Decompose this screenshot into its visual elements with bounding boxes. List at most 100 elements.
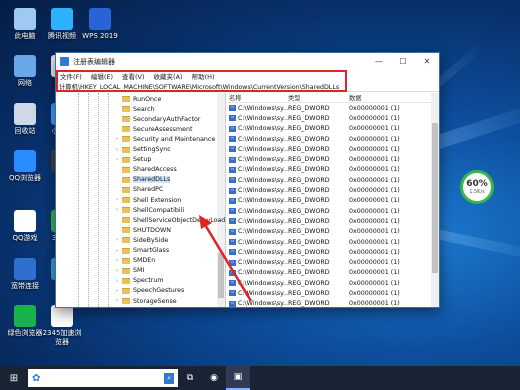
expand-chevron-icon[interactable]: ›: [114, 136, 120, 142]
value-row[interactable]: ⁰¹C:\Windows\sy...REG_DWORD0x00000001 (1…: [226, 134, 439, 144]
desktop-shortcut[interactable]: WPS 2019: [80, 8, 120, 41]
registry-editor-window[interactable]: 注册表编辑器 — ☐ ✕ 文件(F) 编辑(E) 查看(V) 收藏夹(A) 帮助(H) …: [55, 52, 440, 308]
performance-widget[interactable]: 60% 1.5K/s: [460, 170, 494, 204]
reg-binary-icon: ⁰¹: [229, 187, 236, 194]
value-row[interactable]: ⁰¹C:\Windows\sy...REG_DWORD0x00000001 (1…: [226, 113, 439, 123]
value-row[interactable]: ⁰¹C:\Windows\sy...REG_DWORD0x00000001 (1…: [226, 165, 439, 175]
tree-item-selected[interactable]: SharedDLLs: [114, 175, 171, 185]
value-type: REG_DWORD: [288, 238, 330, 246]
value-row[interactable]: ⁰¹C:\Windows\sy...REG_DWORD0x00000001 (1…: [226, 278, 439, 288]
expand-chevron-icon[interactable]: ›: [114, 298, 120, 304]
value-row[interactable]: ⁰¹C:\Windows\sy...REG_DWORD0x00000001 (1…: [226, 227, 439, 237]
value-data: 0x00000001 (1): [349, 156, 400, 164]
column-name[interactable]: 名称: [226, 93, 288, 102]
value-name: C:\Windows\sy...: [238, 156, 288, 164]
folder-icon: [122, 156, 130, 163]
broadband-icon: [14, 258, 36, 280]
tree-item[interactable]: › Shell Extension: [114, 195, 181, 205]
maximize-button[interactable]: ☐: [391, 53, 415, 70]
tree-item[interactable]: › StorageSense: [114, 296, 177, 306]
desktop-shortcut[interactable]: 绿色浏览器: [5, 305, 45, 338]
regedit-taskbar-icon[interactable]: ▣: [226, 366, 250, 390]
expand-chevron-icon[interactable]: ›: [114, 248, 120, 254]
value-row[interactable]: ⁰¹C:\Windows\sy...REG_DWORD0x00000001 (1…: [226, 237, 439, 247]
value-row[interactable]: ⁰¹C:\Windows\sy...REG_DWORD0x00000001 (1…: [226, 154, 439, 164]
expand-chevron-icon[interactable]: ›: [114, 278, 120, 284]
task-view-icon[interactable]: ⧉: [178, 366, 202, 390]
desktop-shortcut[interactable]: QQ浏览器: [5, 150, 45, 183]
desktop-shortcut[interactable]: 腾讯视频: [42, 8, 82, 41]
close-button[interactable]: ✕: [415, 53, 439, 70]
tree-item[interactable]: SHUTDOWN: [114, 225, 171, 235]
tree-item[interactable]: Search: [114, 104, 155, 114]
desktop-shortcut[interactable]: 回收站: [5, 103, 45, 136]
value-row[interactable]: ⁰¹C:\Windows\sy...REG_DWORD0x00000001 (1…: [226, 185, 439, 195]
desktop-shortcut-label: QQ游戏: [12, 234, 38, 242]
folder-icon: [122, 106, 130, 113]
value-type: REG_DWORD: [288, 248, 330, 256]
tree-item[interactable]: › ShellCompatibili: [114, 205, 184, 215]
value-row[interactable]: ⁰¹C:\Windows\sy...REG_DWORD0x00000001 (1…: [226, 299, 439, 307]
green-browser-taskbar-icon[interactable]: ◉: [202, 366, 226, 390]
desktop-shortcut[interactable]: 此电脑: [5, 8, 45, 41]
desktop-shortcut[interactable]: 宽带连接: [5, 258, 45, 291]
tree-item[interactable]: › Security and Maintenance: [114, 134, 215, 144]
column-data[interactable]: 数据: [349, 93, 421, 102]
tree-item[interactable]: › SmartGlass: [114, 246, 169, 256]
tree-item[interactable]: SecureAssessment: [114, 124, 192, 134]
expand-chevron-icon[interactable]: ›: [114, 157, 120, 163]
value-type: REG_DWORD: [288, 145, 330, 153]
tree-item[interactable]: › SMDEn: [114, 256, 155, 266]
tree-item[interactable]: › SMI: [114, 266, 144, 276]
value-data: 0x00000001 (1): [349, 207, 400, 215]
expand-chevron-icon[interactable]: ›: [114, 268, 120, 274]
value-row[interactable]: ⁰¹C:\Windows\sy...REG_DWORD0x00000001 (1…: [226, 247, 439, 257]
expand-chevron-icon[interactable]: ›: [114, 197, 120, 203]
tree-item[interactable]: SecondaryAuthFactor: [114, 114, 200, 124]
values-scroll-thumb[interactable]: [432, 123, 438, 273]
value-row[interactable]: ⁰¹C:\Windows\sy...REG_DWORD0x00000001 (1…: [226, 196, 439, 206]
desktop-shortcut[interactable]: 2345加速浏览器: [42, 305, 82, 347]
value-row[interactable]: ⁰¹C:\Windows\sy...REG_DWORD0x00000001 (1…: [226, 216, 439, 226]
desktop-shortcut[interactable]: QQ游戏: [5, 210, 45, 243]
expand-chevron-icon[interactable]: ›: [114, 237, 120, 243]
value-row[interactable]: ⁰¹C:\Windows\sy...REG_DWORD0x00000001 (1…: [226, 288, 439, 298]
folder-icon: [122, 227, 130, 234]
value-data: 0x00000001 (1): [349, 238, 400, 246]
value-row[interactable]: ⁰¹C:\Windows\sy...REG_DWORD0x00000001 (1…: [226, 257, 439, 267]
value-row[interactable]: ⁰¹C:\Windows\sy...REG_DWORD0x00000001 (1…: [226, 144, 439, 154]
value-row[interactable]: ⁰¹C:\Windows\sy...REG_DWORD0x00000001 (1…: [226, 124, 439, 134]
tree-item[interactable]: › SideBySide: [114, 235, 168, 245]
values-scrollbar[interactable]: [431, 93, 439, 307]
tree-guide-line: [88, 93, 89, 307]
value-row[interactable]: ⁰¹C:\Windows\sy...REG_DWORD0x00000001 (1…: [226, 175, 439, 185]
desktop-shortcut-label: 回收站: [14, 127, 36, 135]
value-row[interactable]: ⁰¹C:\Windows\sy...REG_DWORD0x00000001 (1…: [226, 103, 439, 113]
value-data: 0x00000001 (1): [349, 279, 400, 287]
tree-item-label: Security and Maintenance: [133, 135, 216, 143]
reg-binary-icon: ⁰¹: [229, 125, 236, 132]
tree-item[interactable]: › SpeechGestures: [114, 286, 184, 296]
search-box[interactable]: ✿ ⌕: [28, 369, 178, 387]
expand-chevron-icon[interactable]: ›: [114, 207, 120, 213]
value-row[interactable]: ⁰¹C:\Windows\sy...REG_DWORD0x00000001 (1…: [226, 268, 439, 278]
expand-chevron-icon[interactable]: ›: [114, 147, 120, 153]
tree-item[interactable]: RunOnce: [114, 94, 161, 104]
column-type[interactable]: 类型: [288, 93, 349, 102]
value-row[interactable]: ⁰¹C:\Windows\sy...REG_DWORD0x00000001 (1…: [226, 206, 439, 216]
tree-item[interactable]: SharedAccess: [114, 165, 177, 175]
reg-binary-icon: ⁰¹: [229, 136, 236, 143]
tree-item[interactable]: SharedPC: [114, 185, 163, 195]
value-name-cell: ⁰¹C:\Windows\sy...: [226, 156, 288, 163]
tree-item[interactable]: › SettingSync: [114, 145, 171, 155]
minimize-button[interactable]: —: [367, 53, 391, 70]
search-go-icon[interactable]: ⌕: [164, 372, 174, 384]
start-button[interactable]: ⊞: [0, 366, 28, 390]
expand-chevron-icon[interactable]: ›: [114, 258, 120, 264]
expand-chevron-icon[interactable]: ›: [114, 288, 120, 294]
title-bar[interactable]: 注册表编辑器 — ☐ ✕: [56, 53, 439, 70]
tree-item[interactable]: › Spectrum: [114, 276, 164, 286]
tree-item[interactable]: › Setup: [114, 155, 151, 165]
desktop-shortcut[interactable]: 网络: [5, 55, 45, 88]
value-type: REG_DWORD: [288, 269, 330, 277]
